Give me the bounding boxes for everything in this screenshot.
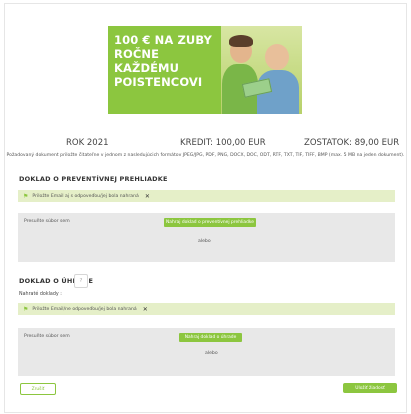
format-note: Požadovaný dokument priložte čitateľne v… xyxy=(6,153,405,158)
preventive-or-text: alebo xyxy=(198,239,211,244)
payment-uploaded-label: Nahraté doklady : xyxy=(19,292,62,297)
stat-balance: ZOSTATOK: 89,00 EUR xyxy=(304,138,400,148)
preventive-alert: ⚑ Priložte Email aj s odpoveďou/jej bola… xyxy=(18,190,395,202)
preventive-upload-button[interactable]: Nahraj doklad o preventívnej prehliadke xyxy=(164,218,256,227)
banner-line-3: POISTENCOVI xyxy=(114,75,203,89)
person-right-head xyxy=(265,44,289,70)
submit-button[interactable]: Uložiť žiadosť xyxy=(343,383,397,393)
promo-banner: 100 € NA ZUBY ROČNE KAŽDÉMU POISTENCOVI xyxy=(108,26,302,114)
flag-icon: ⚑ xyxy=(23,192,29,200)
close-icon[interactable]: ✕ xyxy=(145,193,150,200)
payment-dropzone[interactable]: Presuňte súbor sem Nahraj doklad o úhrad… xyxy=(18,328,395,376)
preventive-drop-label: Presuňte súbor sem xyxy=(24,219,70,224)
payment-drop-label: Presuňte súbor sem xyxy=(24,334,70,339)
banner-headline: 100 € NA ZUBY ROČNE KAŽDÉMU POISTENCOVI xyxy=(114,33,224,89)
flag-icon: ⚑ xyxy=(23,305,29,313)
payment-or-text: alebo xyxy=(205,351,218,356)
stat-credit: KREDIT: 100,00 EUR xyxy=(180,138,266,148)
person-left-hair xyxy=(229,35,253,47)
payment-alert-text: Priložte Email/ne odpoveďou/jej bola nah… xyxy=(32,306,137,312)
cancel-button[interactable]: Zrušiť xyxy=(20,383,56,395)
payment-alert: ⚑ Priložte Email/ne odpoveďou/jej bola n… xyxy=(18,303,395,315)
banner-line-2: ROČNE KAŽDÉMU xyxy=(114,47,180,75)
info-icon[interactable]: ? xyxy=(74,274,88,288)
banner-line-1: 100 € NA ZUBY xyxy=(114,33,212,47)
close-icon[interactable]: ✕ xyxy=(143,306,148,313)
stat-year: ROK 2021 xyxy=(66,138,109,148)
payment-upload-button[interactable]: Nahraj doklad o úhrade xyxy=(179,333,242,342)
preventive-alert-text: Priložte Email aj s odpoveďou/jej bola n… xyxy=(32,193,139,199)
preventive-dropzone[interactable]: Presuňte súbor sem Nahraj doklad o preve… xyxy=(18,213,395,262)
banner-photo xyxy=(221,26,302,114)
preventive-section-title: DOKLAD O PREVENTÍVNEJ PREHLIADKE xyxy=(19,175,168,183)
